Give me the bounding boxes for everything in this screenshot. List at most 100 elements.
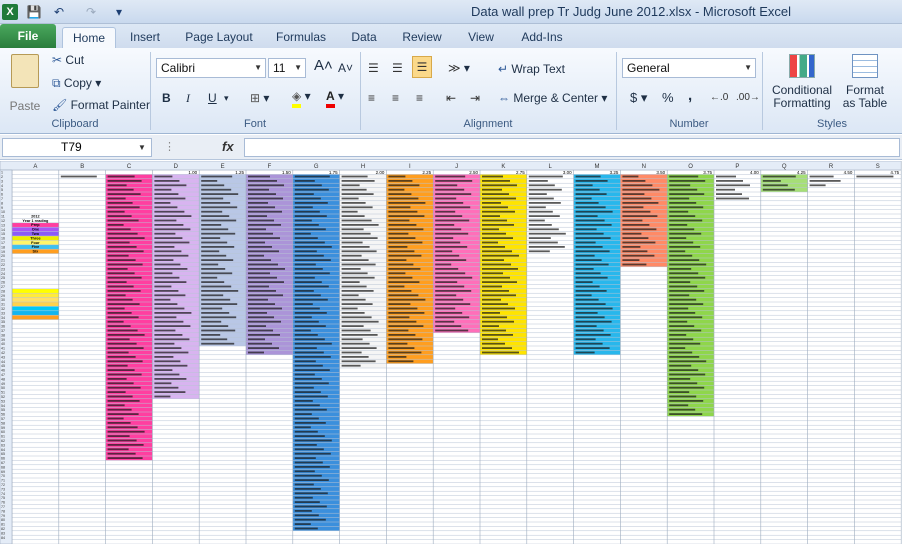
row-header[interactable]: 32 [1, 307, 5, 311]
align-bottom-button[interactable]: ☰ [412, 56, 432, 78]
row-header[interactable]: 51 [1, 391, 5, 395]
row-header[interactable]: 52 [1, 395, 5, 399]
row-header[interactable]: 10 [1, 210, 5, 214]
tab-review[interactable]: Review [396, 27, 448, 48]
row-header[interactable]: 66 [1, 457, 5, 461]
tab-home[interactable]: Home [62, 27, 116, 48]
row-header[interactable]: 2 [1, 175, 3, 179]
column-header-B[interactable]: B [80, 164, 84, 170]
comma-button[interactable]: , [688, 88, 692, 104]
row-header[interactable]: 60 [1, 430, 5, 434]
row-header[interactable]: 75 [1, 496, 5, 500]
align-left-button[interactable]: ≡ [368, 90, 375, 106]
fill-color-button[interactable]: ◈ ▾ [292, 88, 311, 108]
row-header[interactable]: 79 [1, 514, 5, 518]
row-header[interactable]: 8 [1, 201, 3, 205]
row-header[interactable]: 47 [1, 373, 5, 377]
name-box[interactable]: T79 [2, 138, 152, 157]
orientation-button[interactable]: ≫ ▾ [448, 60, 470, 76]
row-header[interactable]: 7 [1, 197, 3, 201]
row-header[interactable]: 9 [1, 206, 3, 210]
row-header[interactable]: 36 [1, 325, 5, 329]
grow-font-button[interactable]: A˄ [314, 58, 333, 74]
column-header-M[interactable]: M [595, 164, 600, 170]
row-header[interactable]: 5 [1, 188, 3, 192]
row-header[interactable]: 46 [1, 369, 5, 373]
row-header[interactable]: 77 [1, 505, 5, 509]
row-header[interactable]: 63 [1, 443, 5, 447]
row-header[interactable]: 14 [1, 228, 5, 232]
format-as-table-button[interactable]: Format as Table [838, 54, 892, 110]
row-header[interactable]: 58 [1, 421, 5, 425]
row-header[interactable]: 81 [1, 523, 5, 527]
row-header[interactable]: 73 [1, 487, 5, 491]
column-header-H[interactable]: H [361, 164, 365, 170]
decrease-decimal-button[interactable]: .00→ [736, 90, 760, 106]
align-middle-button[interactable]: ☰ [392, 60, 403, 76]
row-header[interactable]: 78 [1, 509, 5, 513]
conditional-formatting-button[interactable]: Conditional Formatting [770, 54, 834, 110]
row-header[interactable]: 6 [1, 193, 3, 197]
paste-button[interactable]: Paste [8, 52, 42, 116]
row-header[interactable]: 11 [1, 215, 5, 219]
row-header[interactable]: 56 [1, 413, 5, 417]
row-header[interactable]: 15 [1, 232, 5, 236]
tab-formulas[interactable]: Formulas [270, 27, 332, 48]
row-header[interactable]: 3 [1, 179, 3, 183]
row-header[interactable]: 29 [1, 294, 5, 298]
tab-view[interactable]: View [460, 27, 502, 48]
column-header-C[interactable]: C [127, 164, 132, 170]
row-header[interactable]: 18 [1, 245, 5, 249]
row-header[interactable]: 27 [1, 285, 5, 289]
row-header[interactable]: 72 [1, 483, 5, 487]
row-header[interactable]: 62 [1, 439, 5, 443]
worksheet-grid[interactable]: A B C D E F G H I J K L M N O P Q R S 1.00 1.25 1.50 1.75 2.00 2… [0, 161, 902, 544]
align-right-button[interactable]: ≡ [416, 90, 423, 106]
row-header[interactable]: 76 [1, 501, 5, 505]
decrease-indent-button[interactable]: ⇤ [446, 90, 456, 106]
row-header[interactable]: 31 [1, 303, 5, 307]
formula-input[interactable] [244, 138, 900, 157]
column-header-G[interactable]: G [314, 164, 319, 170]
row-header[interactable]: 59 [1, 426, 5, 430]
row-header[interactable]: 45 [1, 364, 5, 368]
column-header-N[interactable]: N [642, 164, 646, 170]
row-header[interactable]: 48 [1, 377, 5, 381]
shrink-font-button[interactable]: A˅ [338, 60, 353, 76]
column-header-J[interactable]: J [455, 164, 458, 170]
tab-page-layout[interactable]: Page Layout [178, 27, 260, 48]
increase-decimal-button[interactable]: ←.0 [710, 90, 728, 106]
borders-button[interactable]: ⊞ ▾ [250, 90, 269, 106]
row-header[interactable]: 24 [1, 272, 5, 276]
tab-insert[interactable]: Insert [122, 27, 168, 48]
font-color-button[interactable]: A ▾ [326, 88, 344, 108]
tab-data[interactable]: Data [342, 27, 386, 48]
tab-add-ins[interactable]: Add-Ins [514, 27, 570, 48]
row-header[interactable]: 84 [1, 536, 5, 540]
align-center-button[interactable]: ≡ [392, 90, 399, 106]
row-header[interactable]: 54 [1, 404, 5, 408]
column-header-Q[interactable]: Q [782, 164, 787, 170]
row-header[interactable]: 34 [1, 316, 5, 320]
column-header-P[interactable]: P [735, 164, 739, 170]
row-header[interactable]: 53 [1, 399, 5, 403]
font-name-select[interactable]: Calibri ▼ [156, 58, 266, 78]
row-header[interactable]: 43 [1, 355, 5, 359]
column-header-O[interactable]: O [688, 164, 693, 170]
row-header[interactable]: 35 [1, 320, 5, 324]
row-header[interactable]: 17 [1, 241, 5, 245]
row-header[interactable]: 25 [1, 276, 5, 280]
row-header[interactable]: 82 [1, 527, 5, 531]
merge-center-button[interactable]: ⇔ Merge & Center ▾ [498, 90, 607, 106]
column-header-F[interactable]: F [268, 164, 272, 170]
row-header[interactable]: 12 [1, 219, 5, 223]
percent-button[interactable]: % [662, 90, 674, 106]
copy-button[interactable]: ⧉ Copy ▾ [52, 75, 101, 91]
insert-function-icon[interactable]: fx [222, 139, 234, 154]
column-header-E[interactable]: E [221, 164, 225, 170]
row-header[interactable]: 49 [1, 382, 5, 386]
number-format-select[interactable]: General ▼ [622, 58, 756, 78]
cut-button[interactable]: ✂ Cut [52, 52, 84, 68]
row-header[interactable]: 83 [1, 531, 5, 535]
row-header[interactable]: 69 [1, 470, 5, 474]
